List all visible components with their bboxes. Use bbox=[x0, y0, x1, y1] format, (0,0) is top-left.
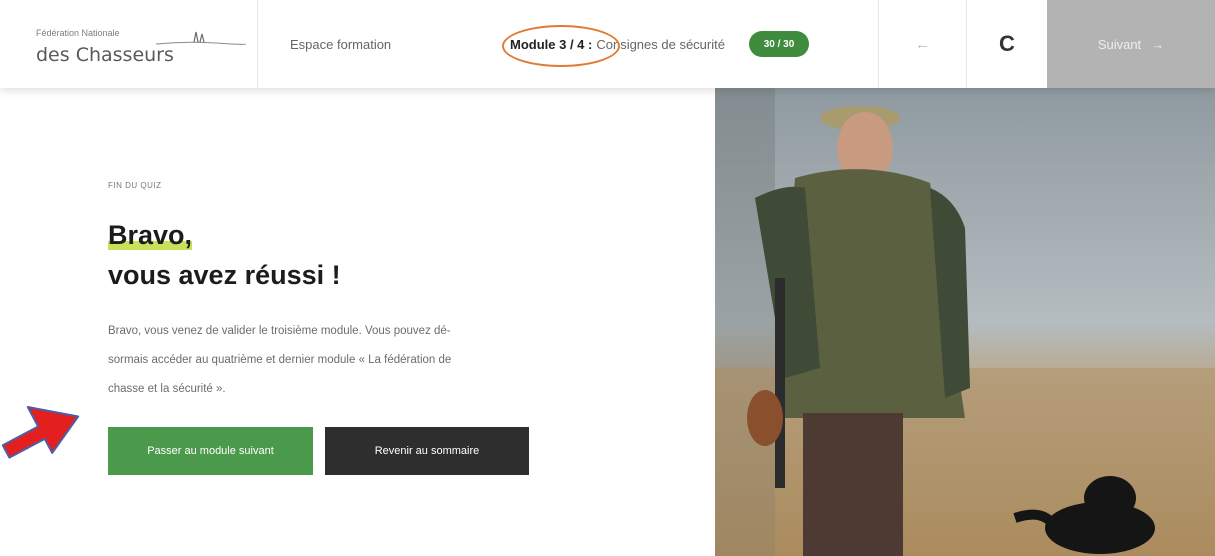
hunter-photo bbox=[715, 88, 1215, 556]
result-message-line-3: chasse et la sécurité ». bbox=[108, 383, 226, 395]
logo[interactable]: Fédération Nationale des Chasseurs bbox=[0, 0, 258, 88]
top-bar: Fédération Nationale des Chasseurs Espac… bbox=[0, 0, 1215, 88]
title-line-1: Bravo, bbox=[108, 220, 193, 250]
previous-button[interactable]: ← bbox=[879, 0, 967, 88]
back-to-summary-button-label: Revenir au sommaire bbox=[374, 445, 480, 457]
result-message: Bravo, vous venez de valider le troisièm… bbox=[108, 317, 578, 404]
result-message-line-2: sormais accéder au quatrième et dernier … bbox=[108, 354, 452, 366]
page-title: Bravo, vous avez réussi ! bbox=[108, 215, 341, 295]
logo-main-text: des Chasseurs bbox=[36, 44, 174, 66]
module-status: Module 3 / 4 : Consignes de sécurité 30 … bbox=[486, 0, 879, 88]
logo-small-text: Fédération Nationale bbox=[36, 28, 120, 38]
arrow-left-icon: ← bbox=[915, 35, 930, 53]
title-line-2: vous avez réussi ! bbox=[108, 260, 341, 290]
next-module-button-label: Passer au module suivant bbox=[147, 445, 274, 457]
result-message-line-1: Bravo, vous venez de valider le troisièm… bbox=[108, 325, 451, 337]
nav-espace-formation-label: Espace formation bbox=[290, 36, 392, 52]
reload-button[interactable]: C bbox=[967, 0, 1047, 88]
score-badge: 30 / 30 bbox=[748, 31, 809, 57]
reload-icon: C bbox=[999, 31, 1015, 56]
back-to-summary-button[interactable]: Revenir au sommaire bbox=[325, 427, 529, 475]
annotation-arrow-icon bbox=[1, 406, 80, 459]
logo-mark-icon bbox=[156, 31, 246, 45]
arrow-right-icon: → bbox=[1151, 36, 1165, 52]
module-number: Module 3 / 4 : bbox=[510, 36, 593, 52]
nav-espace-formation[interactable]: Espace formation bbox=[258, 0, 486, 88]
quiz-end-label: FIN DU QUIZ bbox=[108, 181, 162, 190]
next-module-button[interactable]: Passer au module suivant bbox=[108, 427, 313, 475]
next-button[interactable]: Suivant → bbox=[1047, 0, 1215, 88]
module-annotation-circle: Module 3 / 4 : bbox=[501, 24, 621, 67]
next-button-label: Suivant bbox=[1097, 36, 1142, 52]
